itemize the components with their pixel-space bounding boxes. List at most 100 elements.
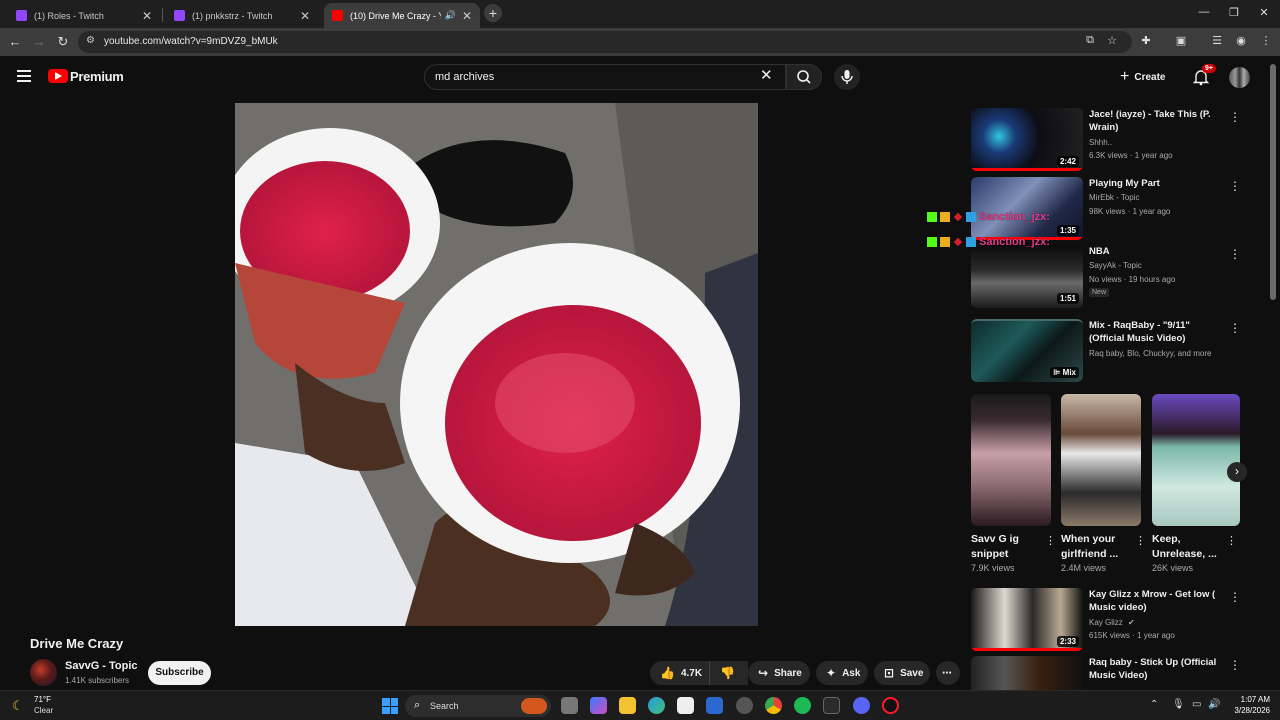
more-options-icon[interactable]: ⋮ [1135, 534, 1146, 547]
mail-icon[interactable] [706, 697, 723, 714]
profile-icon[interactable]: ◉ [1233, 34, 1249, 47]
reading-list-icon[interactable]: ☰ [1209, 34, 1225, 47]
search-icon [797, 70, 811, 84]
account-avatar[interactable] [1229, 67, 1250, 88]
minimize-icon[interactable]: — [1194, 6, 1214, 18]
more-options-icon[interactable]: ⋮ [1226, 534, 1237, 547]
taskbar-search[interactable]: ⌕ Search [405, 695, 551, 717]
recommendation-meta: 98K views · 1 year ago [1089, 207, 1171, 216]
tray-overflow-icon[interactable]: ⌃ [1150, 699, 1158, 710]
mix-playlist-item[interactable]: ⊫ Mix Mix - RaqBaby - "9/11" (Official M… [971, 319, 1241, 382]
video-thumbnail[interactable]: 2:42 [971, 108, 1083, 171]
volume-icon[interactable]: 🔊 [1208, 699, 1220, 710]
new-tab-button[interactable]: + [484, 4, 502, 22]
tab-twitch-roles[interactable]: (1) Roles - Twitch ✕ [8, 3, 160, 28]
chrome-icon[interactable] [765, 697, 782, 714]
bookmark-icon: ⊡ [884, 666, 895, 680]
recommendation-item[interactable]: 1:51 NBA SayyAk - Topic No views · 19 ho… [971, 245, 1241, 308]
channel-avatar[interactable] [30, 659, 57, 686]
close-window-icon[interactable]: ✕ [1254, 6, 1274, 19]
extensions-icon[interactable]: ✚ [1138, 34, 1154, 47]
video-frame[interactable] [235, 103, 758, 626]
more-options-icon[interactable]: ⋮ [1229, 179, 1241, 193]
youtube-icon [332, 10, 343, 21]
bookmark-star-icon[interactable]: ☆ [1104, 34, 1120, 47]
microphone-tray-icon[interactable]: 🎙 [1172, 699, 1185, 710]
snipping-tool-icon[interactable] [736, 697, 753, 714]
weather-temperature[interactable]: 71°F [34, 695, 51, 704]
voice-search-button[interactable] [834, 64, 860, 90]
short-views: 2.4M views [1061, 563, 1107, 573]
recommendation-title: Playing My Part [1089, 178, 1160, 189]
maximize-icon[interactable]: ❐ [1224, 6, 1244, 19]
split-view-icon[interactable]: ▣ [1173, 34, 1189, 47]
save-button[interactable]: ⊡ Save [874, 661, 930, 685]
close-tab-icon[interactable]: ✕ [142, 9, 152, 23]
video-player[interactable] [0, 100, 955, 628]
gem-badge-icon [966, 212, 976, 222]
reload-icon[interactable]: ↻ [55, 34, 71, 50]
create-button[interactable]: + Create [1120, 66, 1165, 88]
clock-time[interactable]: 1:07 AM [1226, 695, 1270, 704]
microsoft-store-icon[interactable] [677, 697, 694, 714]
discord-icon[interactable] [853, 697, 870, 714]
opera-gx-icon[interactable] [882, 697, 899, 714]
channel-name[interactable]: SavvG - Topic [65, 660, 138, 672]
short-thumbnail[interactable] [1152, 394, 1240, 526]
xbox-icon[interactable] [823, 697, 840, 714]
more-actions-button[interactable]: ⋯ [936, 661, 960, 685]
weather-condition[interactable]: Clear [34, 706, 53, 715]
speaker-icon[interactable]: 🔊 [445, 10, 456, 21]
install-app-icon[interactable]: ⧉ [1082, 34, 1098, 47]
video-thumbnail[interactable] [971, 656, 1083, 690]
ask-button[interactable]: ✦ Ask [816, 661, 868, 685]
edge-icon[interactable] [648, 697, 665, 714]
more-options-icon[interactable]: ⋮ [1229, 590, 1241, 604]
spotify-icon[interactable] [794, 697, 811, 714]
video-thumbnail[interactable]: 2:33 [971, 588, 1083, 651]
share-button[interactable]: ↪ Share [748, 661, 810, 685]
brand-label[interactable]: Premium [70, 69, 124, 84]
windows-start-icon[interactable] [382, 698, 398, 714]
tab-twitch-pnkkstrz[interactable]: (1) pnkkstrz - Twitch ✕ [166, 3, 318, 28]
file-explorer-icon[interactable] [619, 697, 636, 714]
close-tab-icon[interactable]: ✕ [462, 9, 472, 23]
back-icon[interactable]: ← [7, 34, 23, 49]
more-options-icon[interactable]: ⋮ [1229, 321, 1241, 335]
address-bar[interactable]: ⚙ youtube.com/watch?v=9mDVZ9_bMUk [78, 31, 1132, 53]
recommendation-channel: Kay Glizz ✔ [1089, 618, 1135, 627]
chrome-menu-icon[interactable]: ⋮ [1258, 34, 1274, 47]
more-options-icon[interactable]: ⋮ [1229, 247, 1241, 261]
short-thumbnail[interactable] [1061, 394, 1141, 526]
youtube-logo-icon[interactable] [48, 69, 68, 83]
menu-icon[interactable] [17, 70, 31, 82]
copilot-icon[interactable] [590, 697, 607, 714]
recommendation-item[interactable]: Raq baby - Stick Up (Official Music Vide… [971, 656, 1241, 690]
recommendation-item[interactable]: 1:35 Playing My Part MirEbk - Topic 98K … [971, 177, 1241, 240]
search-button[interactable] [786, 64, 822, 90]
site-info-icon[interactable]: ⚙ [86, 35, 95, 46]
recommendation-item[interactable]: 2:42 Jace! (iayze) - Take This (P. Wrain… [971, 108, 1241, 171]
clock-date[interactable]: 3/28/2026 [1222, 706, 1270, 715]
more-options-icon[interactable]: ⋮ [1229, 110, 1241, 124]
video-thumbnail[interactable]: 1:51 [971, 245, 1083, 308]
video-thumbnail[interactable]: ⊫ Mix [971, 319, 1083, 382]
recommendation-item[interactable]: 2:33 Kay Glizz x Mrow - Get low ( Music … [971, 588, 1241, 651]
more-options-icon[interactable]: ⋮ [1045, 534, 1056, 547]
short-thumbnail[interactable] [971, 394, 1051, 526]
close-tab-icon[interactable]: ✕ [300, 9, 310, 23]
chevron-right-icon[interactable]: › [1227, 462, 1247, 482]
forward-icon[interactable]: → [31, 34, 47, 49]
search-input[interactable]: md archives [424, 64, 786, 90]
mix-badge: ⊫ Mix [1050, 367, 1079, 378]
moon-weather-icon[interactable]: ☾ [12, 698, 24, 714]
page-scrollbar[interactable] [1270, 64, 1276, 300]
more-options-icon[interactable]: ⋮ [1229, 658, 1241, 672]
task-view-icon[interactable] [561, 697, 578, 714]
network-icon[interactable]: ▭ [1192, 699, 1201, 710]
video-thumbnail[interactable]: 1:35 [971, 177, 1083, 240]
clear-search-icon[interactable]: ✕ [760, 66, 773, 84]
subscribe-button[interactable]: Subscribe [148, 661, 211, 685]
dislike-button[interactable]: 👎 [709, 661, 741, 685]
tab-youtube-drive-me-crazy[interactable]: (10) Drive Me Crazy - YouTube 🔊 ✕ [324, 3, 480, 28]
